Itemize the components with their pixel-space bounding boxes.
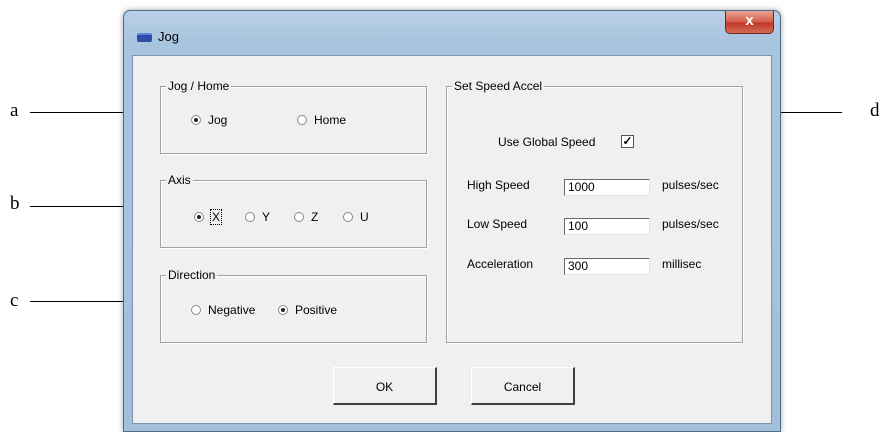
- cancel-button[interactable]: Cancel: [471, 367, 575, 405]
- acceleration-input[interactable]: [564, 258, 650, 275]
- radio-negative-indicator: [191, 305, 201, 315]
- radio-negative-label: Negative: [208, 303, 256, 317]
- ok-button[interactable]: OK: [333, 367, 437, 405]
- radio-axis-y-label: Y: [262, 210, 271, 224]
- radio-positive-indicator: [278, 305, 288, 315]
- annotation-d: d: [870, 100, 880, 121]
- app-icon: [137, 33, 152, 42]
- radio-home[interactable]: Home: [297, 113, 346, 127]
- close-icon: x: [745, 12, 754, 29]
- annotation-a: a: [10, 100, 19, 121]
- checkmark-icon: ✓: [622, 134, 633, 148]
- axis-group: Axis X Y Z U: [160, 173, 427, 248]
- low-speed-input[interactable]: [564, 218, 650, 235]
- speed-accel-legend: Set Speed Accel: [452, 79, 545, 93]
- radio-axis-y-indicator: [245, 212, 255, 222]
- acceleration-label: Acceleration: [467, 257, 534, 271]
- radio-home-indicator: [297, 115, 307, 125]
- jog-home-legend: Jog / Home: [166, 79, 232, 93]
- radio-axis-x-indicator: [194, 212, 204, 222]
- speed-accel-group: Set Speed Accel Use Global Speed ✓ High …: [446, 79, 743, 343]
- radio-axis-u-label: U: [360, 210, 369, 224]
- radio-jog-indicator: [191, 115, 201, 125]
- radio-axis-y[interactable]: Y: [245, 210, 270, 224]
- high-speed-label: High Speed: [467, 178, 530, 192]
- use-global-speed-label: Use Global Speed: [498, 135, 596, 149]
- axis-legend: Axis: [166, 173, 193, 187]
- use-global-speed-checkbox[interactable]: ✓: [621, 135, 634, 148]
- radio-axis-x[interactable]: X: [194, 209, 223, 225]
- high-speed-input[interactable]: [564, 179, 650, 196]
- radio-jog-label: Jog: [208, 113, 228, 127]
- annotation-b: b: [10, 193, 20, 214]
- direction-legend: Direction: [166, 268, 218, 282]
- close-button[interactable]: x: [725, 11, 774, 34]
- annotation-c: c: [10, 290, 19, 311]
- dialog-client-area: Jog / Home Jog Home Axis X Y Z U Directi…: [132, 55, 772, 424]
- acceleration-unit: millisec: [662, 257, 702, 271]
- radio-positive[interactable]: Positive: [278, 303, 337, 317]
- radio-axis-x-label: X: [209, 209, 223, 225]
- radio-positive-label: Positive: [295, 303, 338, 317]
- direction-group: Direction Negative Positive: [160, 268, 427, 343]
- radio-axis-z-label: Z: [311, 210, 319, 224]
- radio-axis-u-indicator: [343, 212, 353, 222]
- radio-axis-u[interactable]: U: [343, 210, 369, 224]
- high-speed-unit: pulses/sec: [662, 178, 719, 192]
- jog-dialog-window: Jog x Jog / Home Jog Home Axis X Y Z U D…: [123, 10, 781, 432]
- window-title: Jog: [158, 29, 179, 44]
- radio-home-label: Home: [314, 113, 347, 127]
- radio-negative[interactable]: Negative: [191, 303, 255, 317]
- radio-axis-z-indicator: [294, 212, 304, 222]
- title-bar[interactable]: Jog x: [124, 11, 780, 51]
- radio-axis-z[interactable]: Z: [294, 210, 318, 224]
- radio-jog[interactable]: Jog: [191, 113, 227, 127]
- low-speed-unit: pulses/sec: [662, 217, 719, 231]
- jog-home-group: Jog / Home Jog Home: [160, 79, 427, 154]
- low-speed-label: Low Speed: [467, 217, 528, 231]
